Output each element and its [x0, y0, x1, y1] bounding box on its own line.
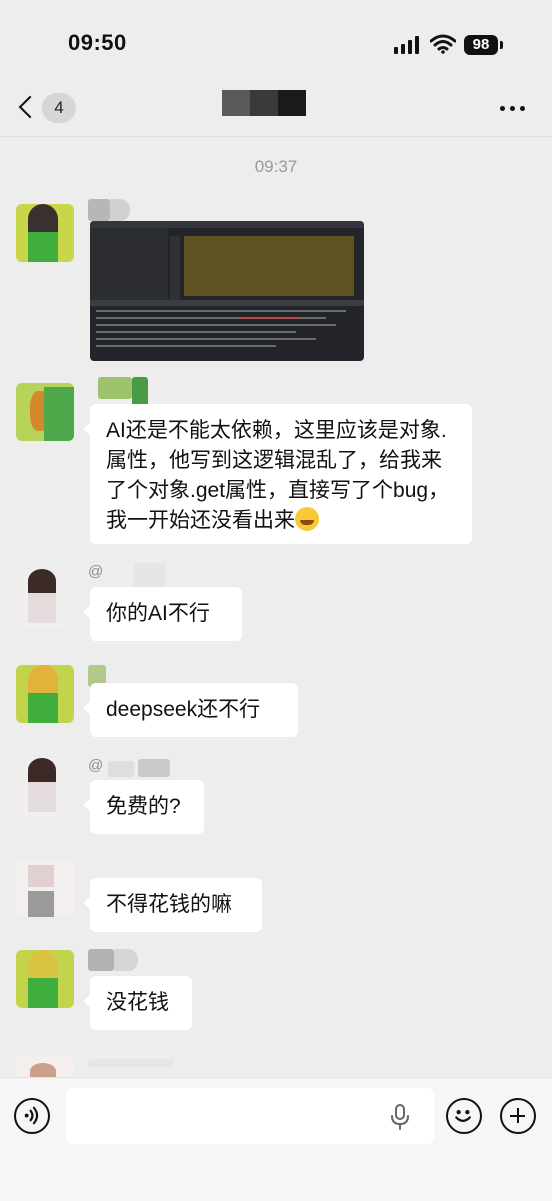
- wifi-icon: [430, 34, 456, 54]
- title-redaction: [278, 90, 306, 116]
- message-bubble[interactable]: 免费的?: [83, 780, 204, 834]
- avatar[interactable]: [16, 569, 74, 627]
- avatar[interactable]: [16, 1055, 74, 1077]
- voice-icon[interactable]: [14, 1098, 50, 1134]
- message-text: deepseek还不行: [106, 698, 261, 721]
- signal-icon: [394, 36, 419, 54]
- sender-name: @: [88, 563, 168, 589]
- message-text: 不得花钱的嘛: [106, 893, 232, 916]
- status-time: 09:50: [68, 30, 127, 55]
- title-redaction: [222, 90, 250, 116]
- sender-name: [88, 377, 148, 435]
- plus-icon[interactable]: [500, 1098, 536, 1134]
- sender-at: @: [88, 757, 104, 774]
- message-text: AI还是不能太依赖，这里应该是对象.属性，他写到这逻辑混乱了，给我来了个对象.g…: [106, 419, 450, 532]
- battery-tip: [500, 41, 503, 49]
- sender-name: [88, 199, 136, 221]
- avatar[interactable]: [16, 859, 74, 917]
- message-input[interactable]: [66, 1088, 434, 1144]
- back-button[interactable]: 4: [16, 88, 80, 130]
- rofl-emoji-icon: [295, 507, 319, 531]
- title-redaction: [250, 90, 278, 116]
- avatar[interactable]: [16, 204, 74, 262]
- emoji-icon[interactable]: [446, 1098, 482, 1134]
- avatar[interactable]: [16, 665, 74, 723]
- message-bubble[interactable]: 不得花钱的嘛: [83, 878, 262, 932]
- message-bubble[interactable]: 没花钱: [83, 976, 192, 1030]
- message-image[interactable]: [90, 221, 364, 361]
- chevron-left-icon: [18, 95, 42, 119]
- message-text: 免费的?: [106, 795, 181, 818]
- input-bar: [0, 1077, 552, 1201]
- status-bar: 09:50 98: [0, 0, 552, 84]
- message-bubble[interactable]: 你的AI不行: [83, 587, 242, 641]
- more-icon[interactable]: [496, 104, 530, 114]
- sender-name: [88, 1059, 178, 1077]
- timestamp: 09:37: [254, 157, 298, 176]
- chat-title: [222, 90, 306, 116]
- unread-badge: 4: [42, 93, 76, 123]
- sender-name: [88, 665, 128, 687]
- avatar[interactable]: [16, 950, 74, 1008]
- message-bubble[interactable]: deepseek还不行: [83, 683, 298, 737]
- message-bubble[interactable]: AI还是不能太依赖，这里应该是对象.属性，他写到这逻辑混乱了，给我来了个对象.g…: [83, 404, 472, 544]
- message-text: 没花钱: [106, 991, 169, 1014]
- sender-name: [88, 949, 148, 971]
- nav-bar: 4: [0, 84, 552, 137]
- battery-icon: 98: [464, 35, 498, 55]
- sender-name: @: [88, 757, 178, 777]
- chat-area[interactable]: 09:37 AI还是不能太依赖，这里应该是对象.属性，他写到这逻辑混乱了，给我来…: [0, 137, 552, 1077]
- avatar[interactable]: [16, 383, 74, 441]
- message-text: 你的AI不行: [106, 602, 210, 625]
- avatar[interactable]: [16, 758, 74, 816]
- mic-icon[interactable]: [390, 1104, 410, 1130]
- sender-at: @: [88, 563, 104, 580]
